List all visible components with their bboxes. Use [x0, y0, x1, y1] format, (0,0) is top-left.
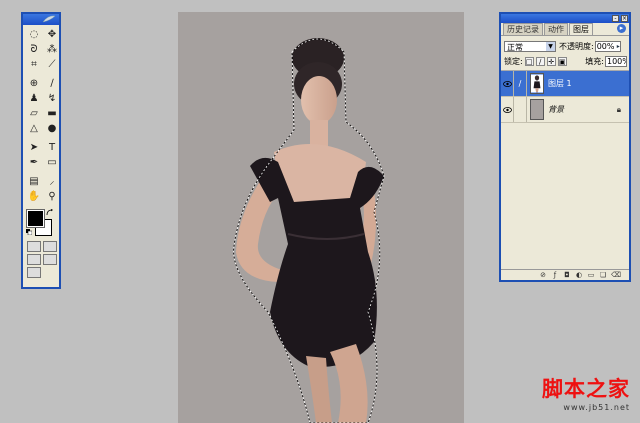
- new-group-icon[interactable]: ▭: [587, 271, 595, 279]
- tool-separator: [26, 137, 60, 140]
- dodge-tool-icon[interactable]: ●: [44, 122, 60, 136]
- panel-tabs: 历史记录 动作 图层 ▸: [501, 23, 629, 36]
- notes-tool-icon[interactable]: ▤: [26, 175, 42, 189]
- slice-tool-icon[interactable]: ⟋: [44, 58, 60, 72]
- face: [301, 76, 337, 124]
- lock-fill-row: 锁定: □ ∕ ✛ ▣ 填充: 100%: [501, 55, 629, 71]
- tool-grid: ◌ ✥ ᘐ ⁂ ⌗ ⟋ ⊕ ∕ ♟ ↯ ▱ ▬ △ ● ➤ T ✒ ▭ ▤ ⸝ ✋ ⚲: [23, 25, 59, 204]
- eyedropper-icon[interactable]: ⸝: [44, 175, 60, 189]
- hand-tool-icon[interactable]: ✋: [26, 190, 42, 204]
- layer-row-layer-1[interactable]: ∕ 图层 1: [501, 71, 629, 97]
- layer-style-icon[interactable]: ƒ: [551, 271, 559, 279]
- blur-tool-icon[interactable]: △: [26, 122, 42, 136]
- healing-brush-icon[interactable]: ⊕: [26, 77, 42, 91]
- layers-bottom-bar: ⊘ ƒ ◘ ◐ ▭ ❏ ⌫: [501, 269, 629, 280]
- feather-icon: [42, 15, 56, 23]
- standard-mode-button[interactable]: [27, 241, 41, 252]
- mask-modes: [23, 239, 59, 252]
- color-swatches: [23, 207, 59, 239]
- brush-tool-icon[interactable]: ∕: [44, 77, 60, 91]
- crop-tool-icon[interactable]: ⌗: [26, 58, 42, 72]
- layer-name: 图层 1: [548, 79, 572, 88]
- rectangle-tool-icon[interactable]: ▭: [44, 156, 60, 170]
- opacity-field[interactable]: 00% ▸: [594, 40, 621, 52]
- watermark-url: www.jb51.net: [563, 403, 630, 412]
- move-tool-icon[interactable]: ✥: [44, 28, 60, 42]
- magic-wand-icon[interactable]: ⁂: [44, 43, 60, 57]
- layer-row-background[interactable]: 背景 🔒︎: [501, 97, 629, 123]
- visibility-eye-icon[interactable]: [501, 97, 514, 122]
- chevron-down-icon: ▼: [546, 41, 555, 51]
- lock-label: 锁定:: [504, 56, 523, 66]
- jump-row: [23, 265, 59, 278]
- lock-transparency-icon[interactable]: □: [524, 56, 534, 66]
- add-mask-icon[interactable]: ◘: [563, 271, 571, 279]
- history-brush-icon[interactable]: ↯: [44, 92, 60, 106]
- fill-label: 填充:: [585, 56, 604, 66]
- visibility-eye-icon[interactable]: [501, 71, 514, 96]
- layers-title-bar[interactable]: - ×: [501, 14, 629, 23]
- path-select-icon[interactable]: ➤: [26, 141, 42, 155]
- lock-position-icon[interactable]: ✛: [546, 56, 556, 66]
- lock-image-icon[interactable]: ∕: [535, 56, 545, 66]
- quick-mask-button[interactable]: [43, 241, 57, 252]
- pen-tool-icon[interactable]: ✒: [26, 156, 42, 170]
- standard-screen-button[interactable]: [27, 254, 41, 265]
- lasso-tool-icon[interactable]: ᘐ: [26, 43, 42, 57]
- tab-layers[interactable]: 图层: [569, 23, 593, 35]
- foreground-color-swatch[interactable]: [26, 209, 45, 228]
- background-thumbnail: [530, 99, 544, 120]
- blend-opacity-row: 正常 ▼ 不透明度: 00% ▸: [501, 36, 629, 55]
- eraser-tool-icon[interactable]: ▱: [26, 107, 42, 121]
- brush-link-slot[interactable]: [514, 97, 527, 122]
- marquee-tool-icon[interactable]: ◌: [26, 28, 42, 42]
- tool-separator: [26, 73, 60, 76]
- layers-palette: - × 历史记录 动作 图层 ▸ 正常 ▼ 不透明度: 00% ▸ 锁定: □ …: [499, 12, 631, 282]
- layer-1-thumbnail: [530, 73, 544, 94]
- new-layer-icon[interactable]: ❏: [599, 271, 607, 279]
- swap-colors-icon[interactable]: [46, 209, 53, 216]
- adjustment-layer-icon[interactable]: ◐: [575, 271, 583, 279]
- watermark: 脚本之家 www.jb51.net: [542, 373, 630, 412]
- document-canvas[interactable]: [178, 12, 464, 423]
- brush-link-icon[interactable]: ∕: [514, 71, 527, 96]
- close-button[interactable]: ×: [621, 15, 628, 22]
- screen-modes: [23, 252, 59, 265]
- link-layers-icon[interactable]: ⊘: [539, 271, 547, 279]
- lock-all-icon[interactable]: ▣: [557, 56, 567, 66]
- fill-value: 100%: [607, 56, 626, 66]
- lock-icon: 🔒︎: [616, 105, 621, 114]
- blend-mode-select[interactable]: 正常 ▼: [504, 40, 556, 52]
- clone-stamp-icon[interactable]: ♟: [26, 92, 42, 106]
- layer-list: ∕ 图层 1 背景 🔒︎: [501, 71, 629, 123]
- layer-name: 背景: [548, 105, 564, 114]
- opacity-label: 不透明度:: [559, 41, 594, 51]
- chevron-right-icon: ▸: [616, 42, 620, 50]
- fill-field[interactable]: 100%: [605, 55, 627, 67]
- tools-palette: ◌ ✥ ᘐ ⁂ ⌗ ⟋ ⊕ ∕ ♟ ↯ ▱ ▬ △ ● ➤ T ✒ ▭ ▤ ⸝ ✋ ⚲: [21, 12, 61, 289]
- tab-history[interactable]: 历史记录: [503, 23, 543, 35]
- panel-menu-icon[interactable]: ▸: [617, 24, 626, 33]
- default-colors-icon[interactable]: [26, 229, 32, 235]
- gradient-tool-icon[interactable]: ▬: [44, 107, 60, 121]
- jump-to-imageready-button[interactable]: [27, 267, 41, 278]
- tab-actions[interactable]: 动作: [544, 23, 568, 35]
- trash-icon[interactable]: ⌫: [611, 271, 621, 279]
- full-screen-menu-button[interactable]: [43, 254, 57, 265]
- photo-figure: [233, 38, 385, 423]
- tools-title-bar[interactable]: [23, 14, 59, 25]
- minimize-button[interactable]: -: [612, 15, 619, 22]
- tool-separator: [26, 171, 60, 174]
- zoom-tool-icon[interactable]: ⚲: [44, 190, 60, 204]
- type-tool-icon[interactable]: T: [44, 141, 60, 155]
- blend-mode-value: 正常: [507, 42, 523, 52]
- watermark-logo-text: 脚本之家: [542, 376, 630, 401]
- opacity-value: 00%: [596, 41, 615, 51]
